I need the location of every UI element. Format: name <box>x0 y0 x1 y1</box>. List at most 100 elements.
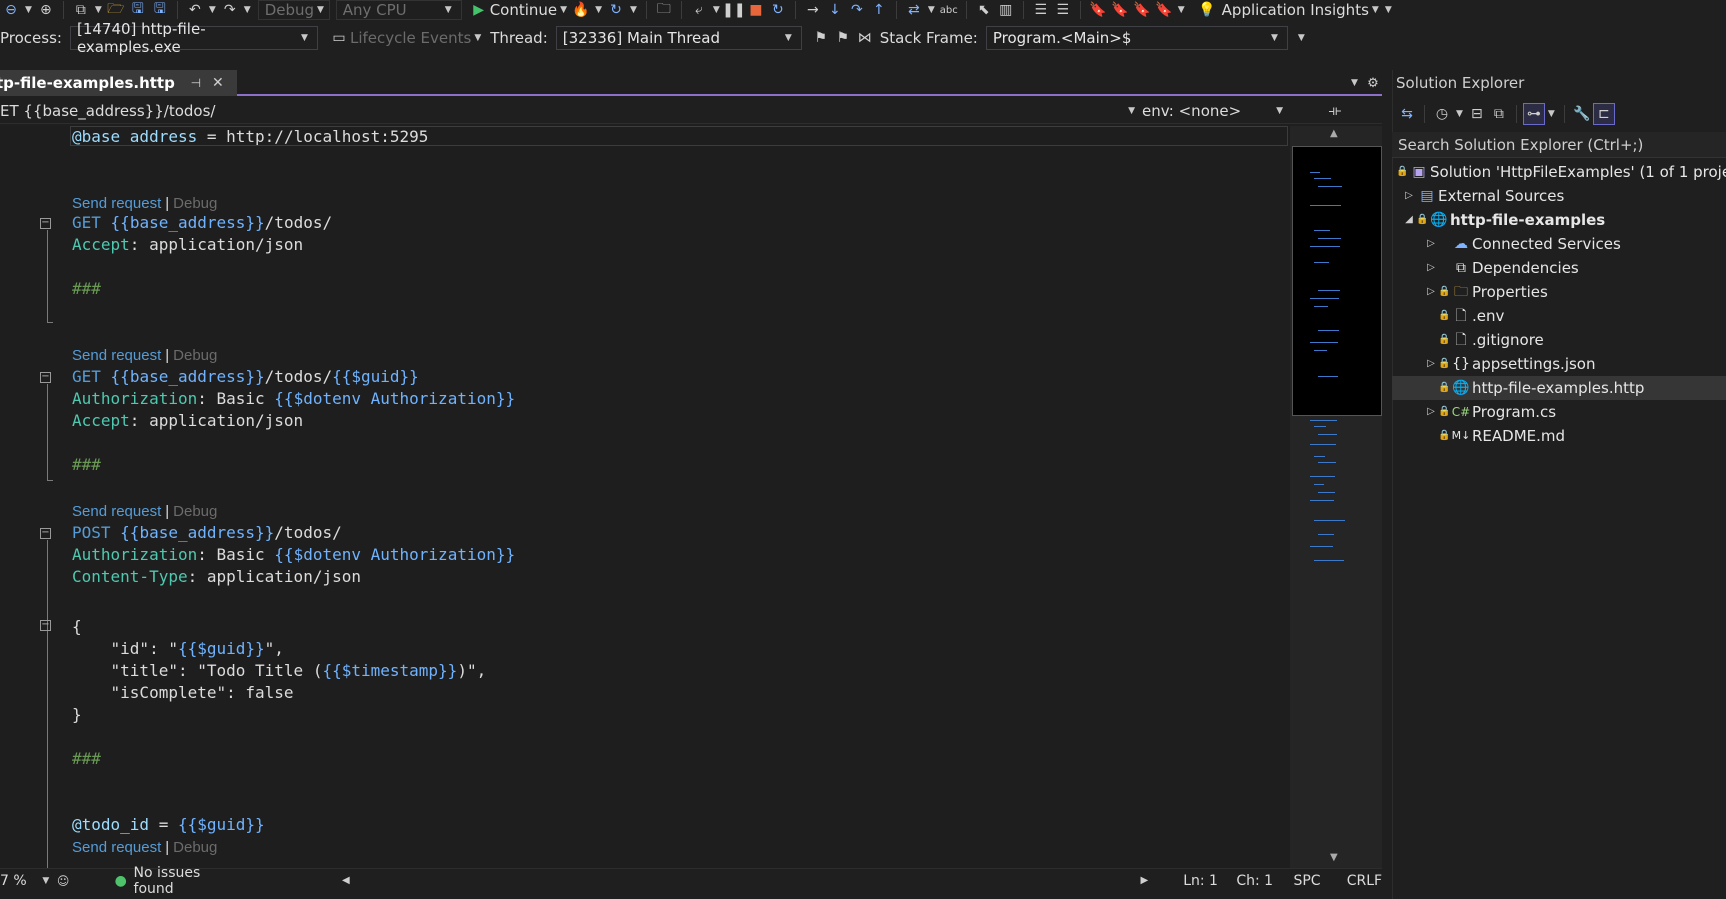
pending-dropdown-icon[interactable]: ▼ <box>1456 109 1463 119</box>
overflow-icon[interactable]: ▼ <box>928 5 935 15</box>
undo-dropdown-icon[interactable]: ▼ <box>209 5 216 15</box>
line-ending[interactable]: CRLF <box>1347 873 1382 889</box>
browse-icon[interactable]: 🗀 <box>653 0 675 21</box>
overflow-icon[interactable]: ▼ <box>1298 33 1305 43</box>
lifecycle-dropdown-icon[interactable]: ▼ <box>474 33 481 43</box>
environment-select[interactable]: env: <none> ▼ <box>1142 102 1286 120</box>
code-editor[interactable]: @base_address = http://localhost:5295 Se… <box>0 126 1290 868</box>
stop-icon[interactable]: ■ <box>745 0 767 21</box>
overflow-icon[interactable]: ▼ <box>1178 5 1185 15</box>
stack-frame-select[interactable]: Program.<Main>$ ▼ <box>985 26 1288 50</box>
expand-arrow-icon[interactable]: ▷ <box>1424 280 1438 304</box>
request-select[interactable]: ET {{base_address}}/todos/ ▼ <box>0 102 1138 120</box>
comment-lines-icon[interactable]: ☰ <box>1030 0 1052 21</box>
flag-all-threads-icon[interactable]: ⚑ <box>832 27 854 49</box>
pause-icon[interactable]: ❚❚ <box>722 0 745 21</box>
column-number[interactable]: Ch: 1 <box>1236 873 1289 889</box>
collapse-arrow-icon[interactable]: ◢ <box>1402 208 1416 232</box>
expand-arrow-icon[interactable]: ▷ <box>1424 232 1438 256</box>
collapse-all-icon[interactable]: ⊟ <box>1466 103 1488 125</box>
whitespace-mode[interactable]: SPC <box>1293 873 1338 889</box>
issues-status[interactable]: No issues found <box>134 865 243 897</box>
horizontal-scrollbar[interactable] <box>357 877 1134 885</box>
tree-item-http-file[interactable]: 🔒 🌐 http-file-examples.http <box>1438 376 1644 400</box>
new-item-dropdown-icon[interactable]: ▼ <box>95 5 102 15</box>
uncomment-lines-icon[interactable]: ☰ <box>1052 0 1074 21</box>
tree-item-external-sources[interactable]: ▷ ▤ External Sources <box>1402 184 1564 208</box>
filter-dropdown-icon[interactable]: ▼ <box>1548 109 1555 119</box>
prev-bookmark-icon[interactable]: 🔖 <box>1109 0 1131 21</box>
send-request-link[interactable]: Send request <box>72 503 161 520</box>
solution-explorer-search[interactable]: Search Solution Explorer (Ctrl+;) <box>1392 132 1726 158</box>
tree-item-readme[interactable]: 🔒 M↓ README.md <box>1438 424 1565 448</box>
split-editor-icon[interactable]: ⟛ <box>1324 100 1346 122</box>
next-bookmark-icon[interactable]: 🔖 <box>1131 0 1153 21</box>
lifecycle-events-icon[interactable]: ▭ <box>328 27 350 49</box>
show-all-files-icon[interactable]: ⧉ <box>1488 103 1510 125</box>
scroll-left-icon[interactable]: ◀ <box>335 870 357 892</box>
hex-display-icon[interactable]: ⇄ <box>903 0 925 21</box>
tree-item-program-cs[interactable]: ▷ 🔒 C# Program.cs <box>1424 400 1556 424</box>
debug-link[interactable]: Debug <box>173 195 217 212</box>
redo-icon[interactable]: ↷ <box>219 0 241 21</box>
expand-arrow-icon[interactable]: ▷ <box>1424 400 1438 424</box>
tree-item-env[interactable]: 🔒 🗋 .env <box>1438 304 1504 328</box>
step-out-icon[interactable]: ↑ <box>868 0 890 21</box>
undo-icon[interactable]: ↶ <box>184 0 206 21</box>
solution-configuration-select[interactable]: Debug ▼ <box>257 0 330 20</box>
fold-toggle-icon[interactable]: − <box>40 620 51 631</box>
send-request-link[interactable]: Send request <box>72 195 161 212</box>
bookmark-icon[interactable]: 🔖 <box>1087 0 1109 21</box>
properties-wrench-icon[interactable]: 🔧 <box>1571 103 1593 125</box>
tree-item-connected-services[interactable]: ▷ ☁ Connected Services <box>1424 232 1621 256</box>
document-tab[interactable]: tp-file-examples.http ⊣ ✕ <box>0 70 237 96</box>
restart-debug-icon[interactable]: ↻ <box>767 0 789 21</box>
navigate-back-icon[interactable]: ⊖ <box>0 0 22 21</box>
tree-item-project[interactable]: ◢ 🔒 🌐 http-file-examples <box>1402 208 1605 232</box>
application-insights-button[interactable]: Application Insights <box>1222 1 1369 19</box>
tree-item-appsettings[interactable]: ▷ 🔒{} appsettings.json <box>1424 352 1595 376</box>
continue-dropdown-icon[interactable]: ▼ <box>560 5 567 15</box>
copilot-icon[interactable]: ☺ <box>52 870 74 892</box>
line-number[interactable]: Ln: 1 <box>1183 873 1234 889</box>
new-item-icon[interactable]: ⧉ <box>70 0 92 21</box>
filter-icon[interactable]: ⊶ <box>1522 103 1545 125</box>
pin-icon[interactable]: ⊣ <box>185 72 207 94</box>
overflow-icon[interactable]: ▼ <box>713 5 720 15</box>
expand-arrow-icon[interactable]: ▷ <box>1402 184 1416 208</box>
fold-toggle-icon[interactable]: − <box>40 528 51 539</box>
navigate-forward-icon[interactable]: ⊕ <box>35 0 57 21</box>
tree-item-solution[interactable]: 🔒 ▣ Solution 'HttpFileExamples' (1 of 1 p… <box>1396 160 1726 184</box>
expand-arrow-icon[interactable]: ▷ <box>1424 352 1438 376</box>
process-select[interactable]: [14740] http-file-examples.exe ▼ <box>69 20 318 56</box>
fold-toggle-icon[interactable]: − <box>40 372 51 383</box>
tree-item-properties[interactable]: ▷ 🔒 🗀 Properties <box>1424 280 1548 304</box>
scroll-right-icon[interactable]: ▶ <box>1134 870 1156 892</box>
scroll-up-icon[interactable]: ▲ <box>1330 128 1338 139</box>
pending-changes-icon[interactable]: ◷ <box>1431 103 1453 125</box>
tab-list-dropdown-icon[interactable]: ▼ <box>1351 78 1358 88</box>
lifecycle-events-button[interactable]: Lifecycle Events <box>350 29 471 47</box>
step-over-icon[interactable]: ↷ <box>846 0 868 21</box>
restart-icon[interactable]: ↻ <box>605 0 627 21</box>
redo-dropdown-icon[interactable]: ▼ <box>244 5 251 15</box>
zoom-level[interactable]: 7 % <box>0 873 39 889</box>
show-next-statement-icon[interactable]: ⤶ <box>688 0 710 21</box>
debug-link[interactable]: Debug <box>173 839 217 856</box>
save-all-icon[interactable]: 🖫 <box>149 0 171 21</box>
solution-platform-select[interactable]: Any CPU ▼ <box>335 0 462 20</box>
debug-link[interactable]: Debug <box>173 347 217 364</box>
preview-selected-icon[interactable]: ⊏ <box>1592 103 1615 125</box>
back-dropdown-icon[interactable]: ▼ <box>25 5 32 15</box>
overflow-icon[interactable]: ▼ <box>1385 5 1392 15</box>
scroll-down-icon[interactable]: ▼ <box>1330 852 1338 863</box>
send-request-link[interactable]: Send request <box>72 347 161 364</box>
flag-thread-icon[interactable]: ⚑ <box>810 27 832 49</box>
expand-arrow-icon[interactable]: ▷ <box>1424 256 1438 280</box>
hot-reload-icon[interactable]: 🔥 <box>570 0 592 21</box>
show-next-icon[interactable]: → <box>802 0 824 21</box>
thread-select[interactable]: [32336] Main Thread ▼ <box>555 26 802 50</box>
toggle-layout-icon[interactable]: ▥ <box>995 0 1017 21</box>
select-element-icon[interactable]: ⬉ <box>973 0 995 21</box>
tree-item-gitignore[interactable]: 🔒 🗋 .gitignore <box>1438 328 1544 352</box>
